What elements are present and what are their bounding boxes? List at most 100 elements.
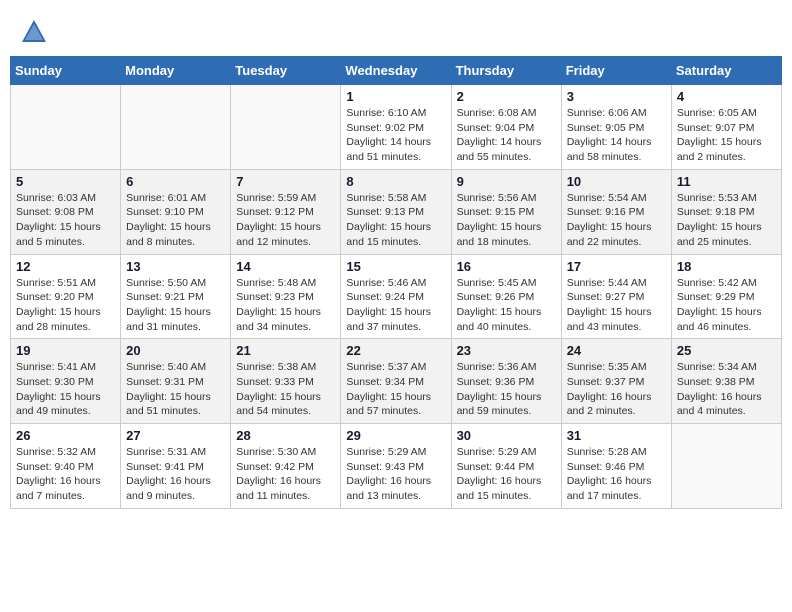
weekday-header-sunday: Sunday xyxy=(11,57,121,85)
calendar-empty-cell xyxy=(121,85,231,170)
calendar-day-13: 13 Sunrise: 5:50 AM Sunset: 9:21 PM Dayli… xyxy=(121,254,231,339)
day-info: Sunrise: 5:37 AM Sunset: 9:34 PM Dayligh… xyxy=(346,360,445,419)
calendar-week-row: 5 Sunrise: 6:03 AM Sunset: 9:08 PM Daylig… xyxy=(11,169,782,254)
day-info: Sunrise: 5:50 AM Sunset: 9:21 PM Dayligh… xyxy=(126,276,225,335)
day-number: 2 xyxy=(457,89,556,104)
calendar-day-22: 22 Sunrise: 5:37 AM Sunset: 9:34 PM Dayli… xyxy=(341,339,451,424)
day-number: 11 xyxy=(677,174,776,189)
day-info: Sunrise: 5:44 AM Sunset: 9:27 PM Dayligh… xyxy=(567,276,666,335)
calendar-empty-cell xyxy=(231,85,341,170)
day-number: 14 xyxy=(236,259,335,274)
day-info: Sunrise: 5:53 AM Sunset: 9:18 PM Dayligh… xyxy=(677,191,776,250)
day-info: Sunrise: 5:36 AM Sunset: 9:36 PM Dayligh… xyxy=(457,360,556,419)
calendar-day-21: 21 Sunrise: 5:38 AM Sunset: 9:33 PM Dayli… xyxy=(231,339,341,424)
day-info: Sunrise: 5:59 AM Sunset: 9:12 PM Dayligh… xyxy=(236,191,335,250)
calendar-day-28: 28 Sunrise: 5:30 AM Sunset: 9:42 PM Dayli… xyxy=(231,424,341,509)
day-info: Sunrise: 6:05 AM Sunset: 9:07 PM Dayligh… xyxy=(677,106,776,165)
day-number: 24 xyxy=(567,343,666,358)
calendar-week-row: 1 Sunrise: 6:10 AM Sunset: 9:02 PM Daylig… xyxy=(11,85,782,170)
calendar-empty-cell xyxy=(671,424,781,509)
day-number: 1 xyxy=(346,89,445,104)
day-info: Sunrise: 5:58 AM Sunset: 9:13 PM Dayligh… xyxy=(346,191,445,250)
calendar-day-7: 7 Sunrise: 5:59 AM Sunset: 9:12 PM Daylig… xyxy=(231,169,341,254)
weekday-header-friday: Friday xyxy=(561,57,671,85)
day-info: Sunrise: 5:40 AM Sunset: 9:31 PM Dayligh… xyxy=(126,360,225,419)
calendar-day-17: 17 Sunrise: 5:44 AM Sunset: 9:27 PM Dayli… xyxy=(561,254,671,339)
calendar-day-25: 25Sunrise: 5:34 AM Sunset: 9:38 PM Dayli… xyxy=(671,339,781,424)
calendar-day-9: 9Sunrise: 5:56 AM Sunset: 9:15 PM Daylig… xyxy=(451,169,561,254)
calendar-day-19: 19 Sunrise: 5:41 AM Sunset: 9:30 PM Dayli… xyxy=(11,339,121,424)
calendar-day-1: 1 Sunrise: 6:10 AM Sunset: 9:02 PM Daylig… xyxy=(341,85,451,170)
day-number: 10 xyxy=(567,174,666,189)
calendar-day-31: 31 Sunrise: 5:28 AM Sunset: 9:46 PM Dayli… xyxy=(561,424,671,509)
calendar-day-18: 18 Sunrise: 5:42 AM Sunset: 9:29 PM Dayli… xyxy=(671,254,781,339)
day-number: 6 xyxy=(126,174,225,189)
calendar-day-27: 27 Sunrise: 5:31 AM Sunset: 9:41 PM Dayli… xyxy=(121,424,231,509)
day-info: Sunrise: 5:29 AM Sunset: 9:44 PM Dayligh… xyxy=(457,445,556,504)
calendar-day-2: 2 Sunrise: 6:08 AM Sunset: 9:04 PM Daylig… xyxy=(451,85,561,170)
weekday-header-monday: Monday xyxy=(121,57,231,85)
day-info: Sunrise: 6:03 AM Sunset: 9:08 PM Dayligh… xyxy=(16,191,115,250)
calendar-week-row: 19 Sunrise: 5:41 AM Sunset: 9:30 PM Dayli… xyxy=(11,339,782,424)
day-number: 28 xyxy=(236,428,335,443)
day-info: Sunrise: 5:41 AM Sunset: 9:30 PM Dayligh… xyxy=(16,360,115,419)
day-info: Sunrise: 6:06 AM Sunset: 9:05 PM Dayligh… xyxy=(567,106,666,165)
calendar-day-12: 12Sunrise: 5:51 AM Sunset: 9:20 PM Dayli… xyxy=(11,254,121,339)
day-info: Sunrise: 5:42 AM Sunset: 9:29 PM Dayligh… xyxy=(677,276,776,335)
calendar-day-16: 16Sunrise: 5:45 AM Sunset: 9:26 PM Dayli… xyxy=(451,254,561,339)
day-info: Sunrise: 6:08 AM Sunset: 9:04 PM Dayligh… xyxy=(457,106,556,165)
weekday-header-thursday: Thursday xyxy=(451,57,561,85)
day-number: 26 xyxy=(16,428,115,443)
day-number: 20 xyxy=(126,343,225,358)
day-number: 4 xyxy=(677,89,776,104)
day-number: 21 xyxy=(236,343,335,358)
weekday-header-wednesday: Wednesday xyxy=(341,57,451,85)
day-number: 30 xyxy=(457,428,556,443)
calendar-day-5: 5 Sunrise: 6:03 AM Sunset: 9:08 PM Daylig… xyxy=(11,169,121,254)
day-number: 31 xyxy=(567,428,666,443)
day-number: 7 xyxy=(236,174,335,189)
calendar-day-24: 24Sunrise: 5:35 AM Sunset: 9:37 PM Dayli… xyxy=(561,339,671,424)
day-info: Sunrise: 5:48 AM Sunset: 9:23 PM Dayligh… xyxy=(236,276,335,335)
logo xyxy=(20,18,52,46)
day-number: 3 xyxy=(567,89,666,104)
day-number: 25 xyxy=(677,343,776,358)
logo-icon xyxy=(20,18,48,46)
day-info: Sunrise: 6:01 AM Sunset: 9:10 PM Dayligh… xyxy=(126,191,225,250)
day-number: 22 xyxy=(346,343,445,358)
weekday-header-tuesday: Tuesday xyxy=(231,57,341,85)
calendar-empty-cell xyxy=(11,85,121,170)
day-info: Sunrise: 5:51 AM Sunset: 9:20 PM Dayligh… xyxy=(16,276,115,335)
day-info: Sunrise: 6:10 AM Sunset: 9:02 PM Dayligh… xyxy=(346,106,445,165)
day-number: 19 xyxy=(16,343,115,358)
weekday-header-saturday: Saturday xyxy=(671,57,781,85)
calendar-day-15: 15 Sunrise: 5:46 AM Sunset: 9:24 PM Dayli… xyxy=(341,254,451,339)
day-info: Sunrise: 5:28 AM Sunset: 9:46 PM Dayligh… xyxy=(567,445,666,504)
day-number: 18 xyxy=(677,259,776,274)
day-number: 29 xyxy=(346,428,445,443)
day-number: 15 xyxy=(346,259,445,274)
calendar-day-30: 30 Sunrise: 5:29 AM Sunset: 9:44 PM Dayli… xyxy=(451,424,561,509)
day-info: Sunrise: 5:30 AM Sunset: 9:42 PM Dayligh… xyxy=(236,445,335,504)
day-info: Sunrise: 5:38 AM Sunset: 9:33 PM Dayligh… xyxy=(236,360,335,419)
day-info: Sunrise: 5:54 AM Sunset: 9:16 PM Dayligh… xyxy=(567,191,666,250)
day-number: 8 xyxy=(346,174,445,189)
weekday-header-row: SundayMondayTuesdayWednesdayThursdayFrid… xyxy=(11,57,782,85)
day-info: Sunrise: 5:31 AM Sunset: 9:41 PM Dayligh… xyxy=(126,445,225,504)
day-info: Sunrise: 5:46 AM Sunset: 9:24 PM Dayligh… xyxy=(346,276,445,335)
day-number: 5 xyxy=(16,174,115,189)
calendar-day-6: 6 Sunrise: 6:01 AM Sunset: 9:10 PM Daylig… xyxy=(121,169,231,254)
calendar-week-row: 12Sunrise: 5:51 AM Sunset: 9:20 PM Dayli… xyxy=(11,254,782,339)
page-header xyxy=(10,10,782,50)
day-number: 23 xyxy=(457,343,556,358)
day-info: Sunrise: 5:32 AM Sunset: 9:40 PM Dayligh… xyxy=(16,445,115,504)
calendar-day-3: 3 Sunrise: 6:06 AM Sunset: 9:05 PM Daylig… xyxy=(561,85,671,170)
calendar-day-4: 4 Sunrise: 6:05 AM Sunset: 9:07 PM Daylig… xyxy=(671,85,781,170)
calendar-table: SundayMondayTuesdayWednesdayThursdayFrid… xyxy=(10,56,782,509)
day-number: 13 xyxy=(126,259,225,274)
day-number: 17 xyxy=(567,259,666,274)
calendar-day-20: 20 Sunrise: 5:40 AM Sunset: 9:31 PM Dayli… xyxy=(121,339,231,424)
day-info: Sunrise: 5:29 AM Sunset: 9:43 PM Dayligh… xyxy=(346,445,445,504)
calendar-day-14: 14 Sunrise: 5:48 AM Sunset: 9:23 PM Dayli… xyxy=(231,254,341,339)
day-number: 27 xyxy=(126,428,225,443)
